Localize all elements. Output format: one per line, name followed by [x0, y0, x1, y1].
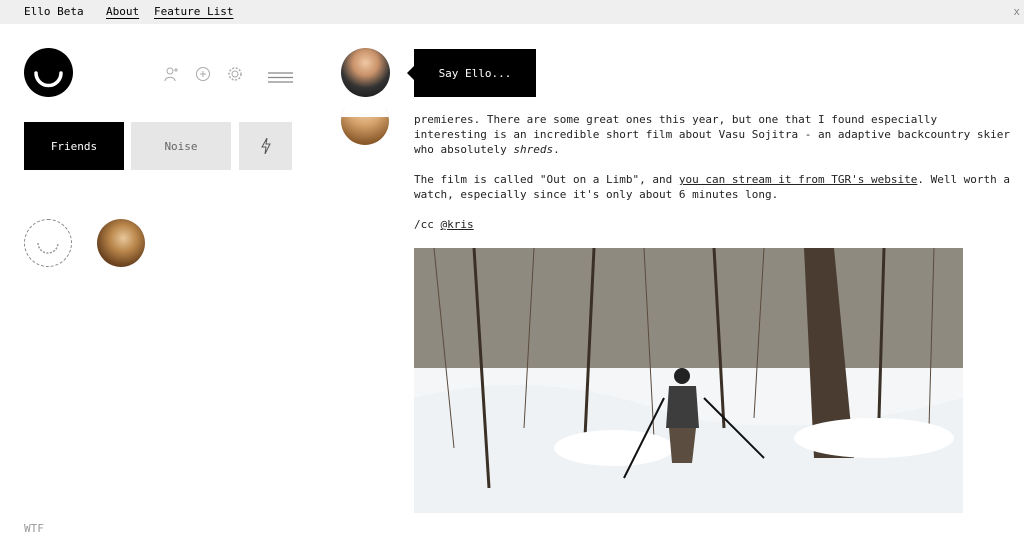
say-ello-button[interactable]: Say Ello... [407, 49, 536, 97]
stream-link[interactable]: you can stream it from TGR's website [679, 173, 917, 186]
tab-friends[interactable]: Friends [24, 122, 124, 170]
about-link[interactable]: About [106, 5, 139, 18]
tab-noise[interactable]: Noise [131, 122, 231, 170]
bolt-icon [260, 138, 271, 154]
smile-icon [37, 242, 59, 254]
ello-avatar[interactable] [24, 219, 72, 267]
feature-list-link[interactable]: Feature List [154, 5, 233, 18]
top-nav-bar: Ello Beta About Feature List x [0, 0, 1024, 24]
post-line: The film is called "Out on a Limb", and [414, 173, 679, 186]
cc-label: /cc [414, 218, 441, 231]
hamburger-icon[interactable] [268, 68, 293, 83]
wtf-link[interactable]: WTF [24, 522, 44, 535]
brand-label: Ello Beta [24, 5, 84, 18]
post-line: watch, especially since it's only about … [414, 188, 779, 201]
current-user-avatar[interactable] [341, 48, 390, 97]
post-body: premieres. There are some great ones thi… [414, 112, 1014, 247]
post-image[interactable] [414, 248, 963, 513]
smile-icon [34, 71, 63, 88]
close-icon[interactable]: x [1013, 5, 1020, 18]
mention-link[interactable]: @kris [441, 218, 474, 231]
post-line: . Well worth a [917, 173, 1011, 186]
add-person-icon[interactable] [163, 66, 179, 82]
post-line: interesting is an incredible short film … [414, 128, 1011, 141]
gear-icon[interactable] [227, 66, 243, 82]
post-line: . [553, 143, 560, 156]
post-line: who absolutely [414, 143, 514, 156]
plus-circle-icon[interactable] [195, 66, 211, 82]
post-emphasis: shreds [513, 143, 554, 156]
ello-logo[interactable] [24, 48, 73, 97]
tab-notifications[interactable] [239, 122, 292, 170]
post-line: premieres. There are some great ones thi… [414, 113, 938, 126]
friend-avatar[interactable] [97, 219, 145, 267]
ski-photo [414, 248, 963, 513]
